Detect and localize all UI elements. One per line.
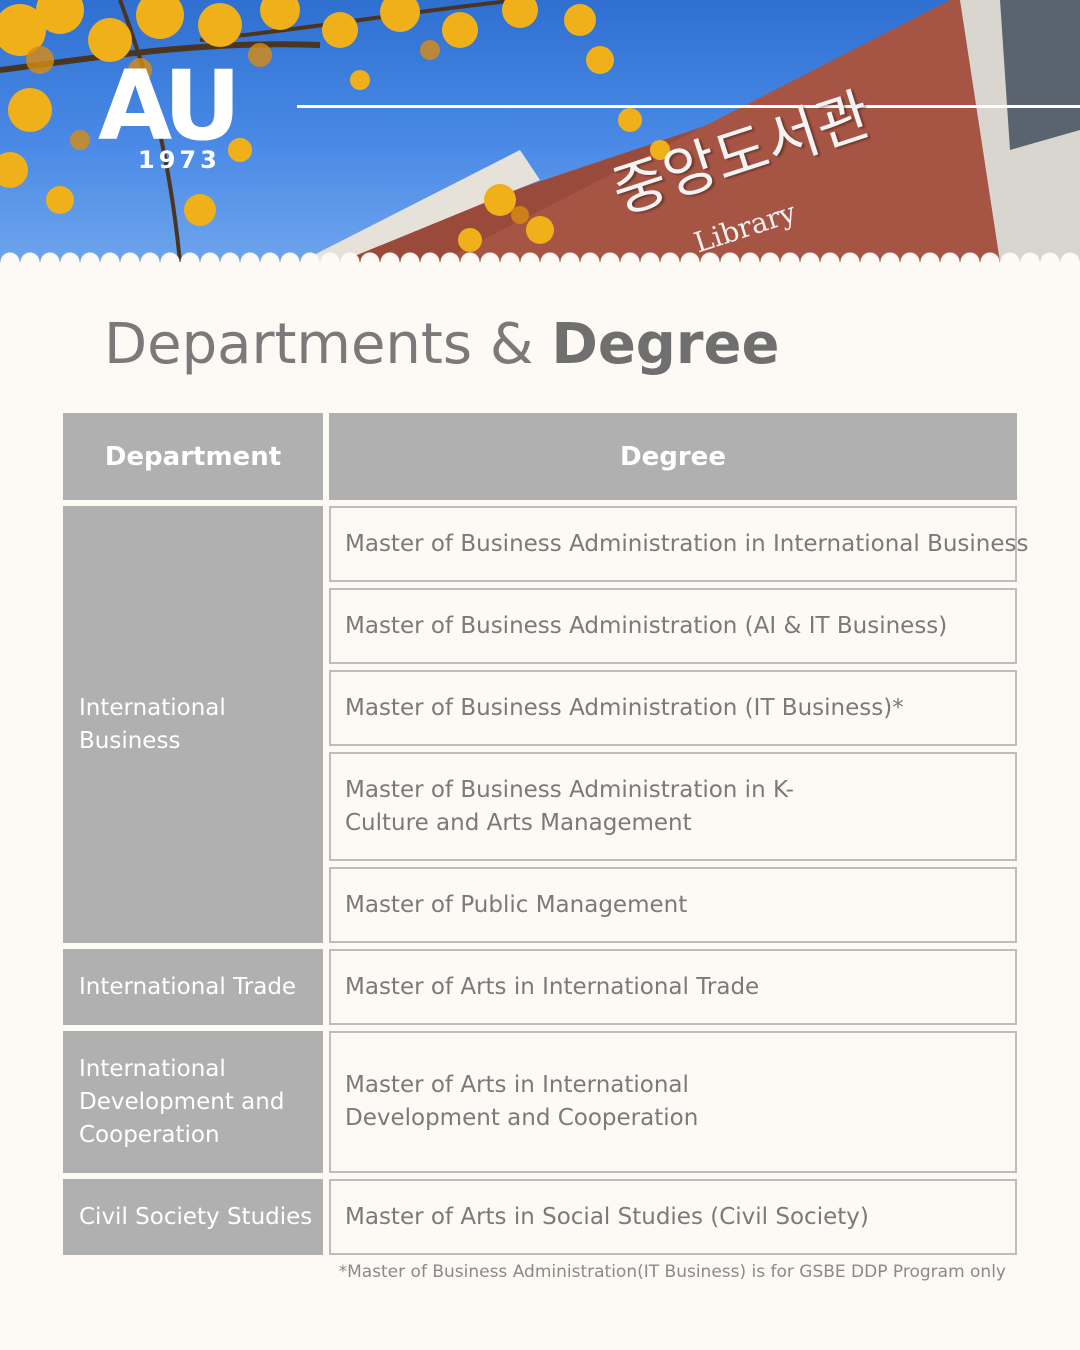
scalloped-edge: [0, 252, 1080, 272]
degree-cell: Master of Business Administration in K-C…: [329, 752, 1017, 861]
degree-cell: Master of Business Administration (AI & …: [329, 588, 1017, 664]
header-degree: Degree: [329, 413, 1017, 500]
hero-banner: AU 1973 중앙도서관 Library: [0, 0, 1080, 262]
title-bold: Degree: [551, 312, 780, 377]
department-cell: International Development and Cooperatio…: [63, 1031, 323, 1173]
au-logo: AU: [98, 50, 241, 162]
degree-cell: Master of Public Management: [329, 867, 1017, 943]
footnote: *Master of Business Administration(IT Bu…: [338, 1262, 1006, 1282]
logo-year: 1973: [138, 146, 221, 174]
degree-cell: Master of Arts in Social Studies (Civil …: [329, 1179, 1017, 1255]
degree-cell: Master of Arts in International Trade: [329, 949, 1017, 1025]
title-light: Departments &: [104, 312, 534, 377]
degree-cell: Master of Business Administration (IT Bu…: [329, 670, 1017, 746]
header-department: Department: [63, 413, 323, 500]
degree-cell: Master of Business Administration in Int…: [329, 506, 1029, 582]
department-cell: International Trade: [63, 949, 323, 1025]
page-title: Departments & Degree: [104, 312, 779, 377]
department-cell: Civil Society Studies: [63, 1179, 323, 1255]
department-cell: International Business: [63, 506, 323, 943]
hero-divider-line: [297, 105, 1080, 108]
degree-cell: Master of Arts in International Developm…: [329, 1031, 1017, 1173]
